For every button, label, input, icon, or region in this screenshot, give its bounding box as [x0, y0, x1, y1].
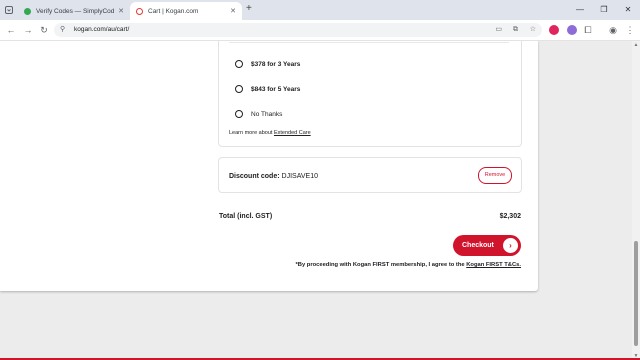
divider — [229, 42, 509, 43]
remove-discount-button[interactable]: Remove — [478, 167, 512, 184]
scrollbar-thumb[interactable] — [634, 241, 638, 346]
checkout-button[interactable]: Checkout › — [453, 235, 521, 256]
tab-search-icon[interactable] — [5, 6, 13, 14]
extended-care-box: $378 for 3 Years $843 for 5 Years No Tha… — [218, 41, 522, 147]
care-option-3-years[interactable]: $378 for 3 Years — [235, 60, 300, 68]
extensions-puzzle-icon[interactable]: ⧠ — [582, 24, 594, 36]
tab-strip: Verify Codes — SimplyCodes ✕ Cart | Koga… — [0, 0, 640, 20]
discount-code-text: Discount code: DJISAVE10 — [229, 173, 318, 180]
forward-icon[interactable]: → — [22, 24, 34, 36]
url-text: kogan.com/au/cart/ — [74, 26, 130, 33]
translate-icon[interactable]: ⧉ — [513, 23, 518, 37]
checkout-label: Checkout — [462, 242, 494, 249]
reload-icon[interactable]: ↻ — [38, 24, 50, 36]
option-label: $843 for 5 Years — [251, 85, 301, 93]
address-bar[interactable]: ⚲ kogan.com/au/cart/ ▭ ⧉ ☆ — [54, 23, 542, 37]
site-info-icon[interactable]: ⚲ — [60, 23, 65, 37]
option-label: $378 for 3 Years — [251, 60, 301, 68]
minimize-icon[interactable]: — — [568, 0, 592, 20]
chevron-right-icon: › — [503, 238, 518, 253]
terms-notice: *By proceeding with Kogan FIRST membersh… — [296, 262, 521, 268]
extension-icon[interactable] — [567, 25, 577, 35]
learn-more-text: Learn more about Extended Care — [229, 130, 311, 136]
scroll-up-icon[interactable]: ▲ — [633, 42, 639, 48]
tab-kogan-cart[interactable]: Cart | Kogan.com ✕ — [130, 2, 242, 20]
learn-more-prefix: Learn more about — [229, 130, 273, 136]
simplycodes-favicon-icon — [24, 7, 31, 15]
new-tab-icon[interactable]: + — [246, 3, 252, 14]
close-tab-icon[interactable]: ✕ — [118, 7, 124, 15]
restore-icon[interactable]: ❐ — [592, 0, 616, 20]
discount-code-value: DJISAVE10 — [281, 173, 318, 180]
close-window-icon[interactable]: ✕ — [616, 0, 640, 20]
install-app-icon[interactable]: ▭ — [495, 23, 502, 37]
window-controls: — ❐ ✕ — [568, 0, 640, 20]
radio-button[interactable] — [235, 85, 243, 93]
tab-simplycodes[interactable]: Verify Codes — SimplyCodes ✕ — [18, 2, 130, 20]
menu-kebab-icon[interactable]: ⋮ — [624, 24, 636, 36]
extension-shield-icon[interactable] — [549, 25, 559, 35]
cart-panel: $378 for 3 Years $843 for 5 Years No Tha… — [0, 41, 538, 291]
back-icon[interactable]: ← — [5, 24, 17, 36]
total-label: Total (incl. GST) — [219, 213, 273, 220]
close-tab-icon[interactable]: ✕ — [230, 7, 236, 15]
tab-title: Cart | Kogan.com — [148, 7, 199, 15]
care-option-no-thanks[interactable]: No Thanks — [235, 110, 282, 118]
option-label: No Thanks — [251, 110, 283, 118]
extended-care-link[interactable]: Extended Care — [274, 130, 311, 136]
page-scrollbar[interactable]: ▲ ▼ — [632, 41, 640, 360]
kogan-favicon-icon — [136, 7, 143, 15]
care-option-5-years[interactable]: $843 for 5 Years — [235, 85, 300, 93]
browser-toolbar: ← → ↻ ⚲ kogan.com/au/cart/ ▭ ⧉ ☆ ⧠ ◉ ⋮ — [0, 20, 640, 41]
discount-code-label: Discount code — [229, 173, 278, 180]
page-viewport: $378 for 3 Years $843 for 5 Years No Tha… — [0, 41, 632, 360]
tab-title: Verify Codes — SimplyCodes — [36, 7, 115, 15]
total-value: $2,302 — [499, 213, 521, 220]
kogan-first-terms-link[interactable]: Kogan FIRST T&Cs. — [466, 262, 521, 268]
discount-code-box: Discount code: DJISAVE10 Remove — [218, 157, 522, 193]
terms-prefix: *By proceeding with Kogan FIRST membersh… — [295, 262, 465, 268]
profile-icon[interactable]: ◉ — [607, 24, 619, 36]
radio-button[interactable] — [235, 110, 243, 118]
radio-button[interactable] — [235, 60, 243, 68]
bookmark-star-icon[interactable]: ☆ — [530, 23, 536, 37]
